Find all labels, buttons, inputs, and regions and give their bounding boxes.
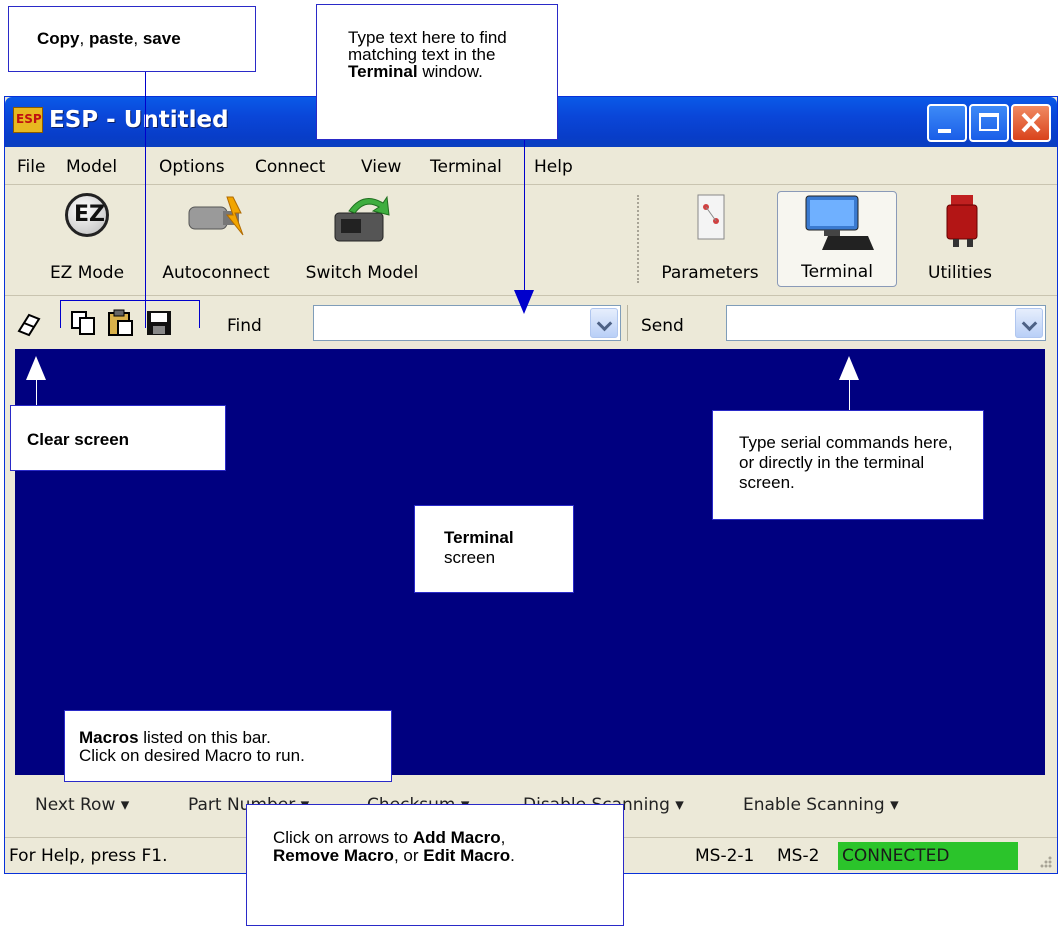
callout-bold: Terminal xyxy=(444,528,514,547)
callout-text: Click on arrows to xyxy=(273,828,413,847)
send-dropdown-arrow-icon[interactable] xyxy=(1015,308,1043,338)
terminal-icon xyxy=(805,195,874,250)
send-combobox[interactable] xyxy=(726,305,1046,341)
switch-model-label: Switch Model xyxy=(305,263,419,283)
callout-text: screen xyxy=(444,548,496,567)
find-callout-line xyxy=(524,140,525,300)
terminal-label: Terminal xyxy=(801,262,873,282)
callout-text: Type serial commands here, or directly i… xyxy=(739,433,953,492)
status-port2: MS-2 xyxy=(777,846,820,866)
callout-text: , xyxy=(79,29,89,48)
parameters-button[interactable]: Parameters xyxy=(650,191,770,287)
terminal-button[interactable]: Terminal xyxy=(777,191,897,287)
parameters-label: Parameters xyxy=(661,263,759,283)
callout-text: , xyxy=(500,828,506,847)
paste-icon[interactable] xyxy=(106,309,134,337)
ez-icon-text: EZ xyxy=(74,202,105,227)
macro-label: Next Row xyxy=(35,795,116,815)
callout-text: listed on this bar. xyxy=(138,728,271,747)
menu-options[interactable]: Options xyxy=(159,157,225,177)
autoconnect-button[interactable]: Autoconnect xyxy=(147,191,285,287)
send-callout-line xyxy=(849,375,850,410)
status-port1: MS-2-1 xyxy=(695,846,755,866)
copy-callout-line xyxy=(145,72,146,328)
menu-help[interactable]: Help xyxy=(534,157,573,177)
utilities-label: Utilities xyxy=(928,263,992,283)
macro-label: Enable Scanning xyxy=(743,795,885,815)
copy-icon[interactable] xyxy=(69,309,97,337)
autoconnect-icon xyxy=(188,196,244,236)
callout-bold: Add Macro xyxy=(412,828,501,847)
callout-bold: Clear screen xyxy=(27,430,130,449)
callout-bold: Copy xyxy=(37,29,80,48)
clear-screen-callout: Clear screen xyxy=(10,405,226,471)
switch-model-button[interactable]: Switch Model xyxy=(295,191,429,287)
menu-bar: File Model Options Connect View Terminal… xyxy=(5,148,1057,185)
callout-bold: save xyxy=(142,29,181,48)
clear-arrow-icon xyxy=(26,356,46,380)
status-help-text: For Help, press F1. xyxy=(9,846,168,866)
minimize-icon xyxy=(938,129,951,133)
terminal-screen-callout: Terminal screen xyxy=(414,505,574,593)
close-icon xyxy=(1021,112,1041,133)
macro-arrow-icon[interactable]: ▾ xyxy=(121,795,130,815)
utilities-button[interactable]: Utilities xyxy=(905,191,1015,287)
toolbar-separator xyxy=(637,195,639,283)
toolbar: EZ EZ Mode Autoconnect Switch Model Para… xyxy=(5,185,1057,296)
send-label: Send xyxy=(641,316,684,336)
copy-bracket-right xyxy=(199,300,200,328)
macros-callout: Macros listed on this bar. Click on desir… xyxy=(64,710,392,782)
close-button[interactable] xyxy=(1011,104,1051,142)
callout-text: Click on desired Macro to run. xyxy=(79,746,305,765)
callout-bold: paste xyxy=(88,29,134,48)
send-callout: Type serial commands here, or directly i… xyxy=(712,410,984,520)
maximize-button[interactable] xyxy=(969,104,1009,142)
ez-mode-button[interactable]: EZ EZ Mode xyxy=(27,191,147,287)
menu-connect[interactable]: Connect xyxy=(255,157,325,177)
connection-status: CONNECTED xyxy=(838,842,1018,870)
find-dropdown-arrow-icon[interactable] xyxy=(590,308,618,338)
find-combobox[interactable] xyxy=(313,305,621,341)
autoconnect-label: Autoconnect xyxy=(162,263,270,283)
find-callout: Type text here to find matching text in … xyxy=(316,4,558,140)
copy-bracket-left xyxy=(60,300,61,328)
menu-view[interactable]: View xyxy=(361,157,401,177)
ez-mode-icon: EZ xyxy=(65,193,109,237)
callout-text: , xyxy=(133,29,143,48)
callout-bold: Remove Macro xyxy=(273,846,394,865)
send-arrow-icon xyxy=(839,356,859,380)
ez-mode-label: EZ Mode xyxy=(49,263,125,283)
resize-grip-icon[interactable] xyxy=(1037,854,1053,870)
macro-next-row[interactable]: Next Row ▾ xyxy=(35,795,129,815)
callout-text: Type text here to find matching text in … xyxy=(348,28,507,64)
macro-enable-scanning[interactable]: Enable Scanning ▾ xyxy=(743,795,899,815)
callout-text: . xyxy=(510,846,515,865)
callout-text: window. xyxy=(417,62,483,81)
find-arrow-icon xyxy=(514,290,534,314)
callout-bold: Edit Macro xyxy=(423,846,511,865)
esp-logo-icon: ESP xyxy=(13,107,43,133)
macro-arrow-icon[interactable]: ▾ xyxy=(890,795,899,815)
maximize-icon xyxy=(979,113,999,131)
menu-terminal[interactable]: Terminal xyxy=(430,157,502,177)
minimize-button[interactable] xyxy=(927,104,967,142)
copy-bracket-horizontal xyxy=(60,300,200,301)
callout-bold: Terminal xyxy=(348,62,418,81)
callout-bold: Macros xyxy=(79,728,139,747)
eraser-icon[interactable] xyxy=(15,311,41,337)
find-send-divider xyxy=(627,305,628,341)
macro-arrow-icon[interactable]: ▾ xyxy=(675,795,684,815)
utilities-icon xyxy=(946,195,978,247)
menu-model[interactable]: Model xyxy=(66,157,117,177)
find-label: Find xyxy=(227,316,262,336)
callout-text: , or xyxy=(393,846,424,865)
save-icon[interactable] xyxy=(145,309,173,337)
logo-text: ESP xyxy=(16,112,42,126)
parameters-icon xyxy=(697,194,725,240)
switch-model-icon xyxy=(334,195,390,242)
window-title: ESP - Untitled xyxy=(49,107,229,133)
menu-file[interactable]: File xyxy=(17,157,45,177)
copy-paste-save-callout: Copy, paste, save xyxy=(8,6,256,72)
macro-arrows-callout: Click on arrows to Add Macro, Remove Macr… xyxy=(246,804,624,926)
